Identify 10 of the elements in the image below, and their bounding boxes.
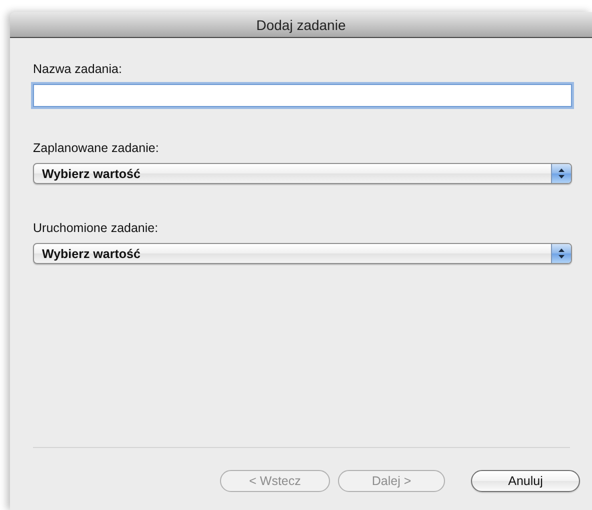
field-label: Nazwa zadania: (33, 62, 122, 76)
dropdown[interactable]: Wybierz wartość (33, 163, 572, 184)
window-title: Dodaj zadanie (10, 12, 592, 38)
stepper-arrows-icon (551, 244, 571, 263)
stepper-arrows-icon (551, 164, 571, 183)
field-label: Uruchomione zadanie: (33, 221, 158, 235)
dropdown[interactable]: Wybierz wartość (33, 243, 572, 264)
field-label: Zaplanowane zadanie: (33, 141, 159, 155)
dialog-button[interactable]: Anuluj (471, 470, 580, 492)
text-input[interactable] (33, 84, 572, 107)
